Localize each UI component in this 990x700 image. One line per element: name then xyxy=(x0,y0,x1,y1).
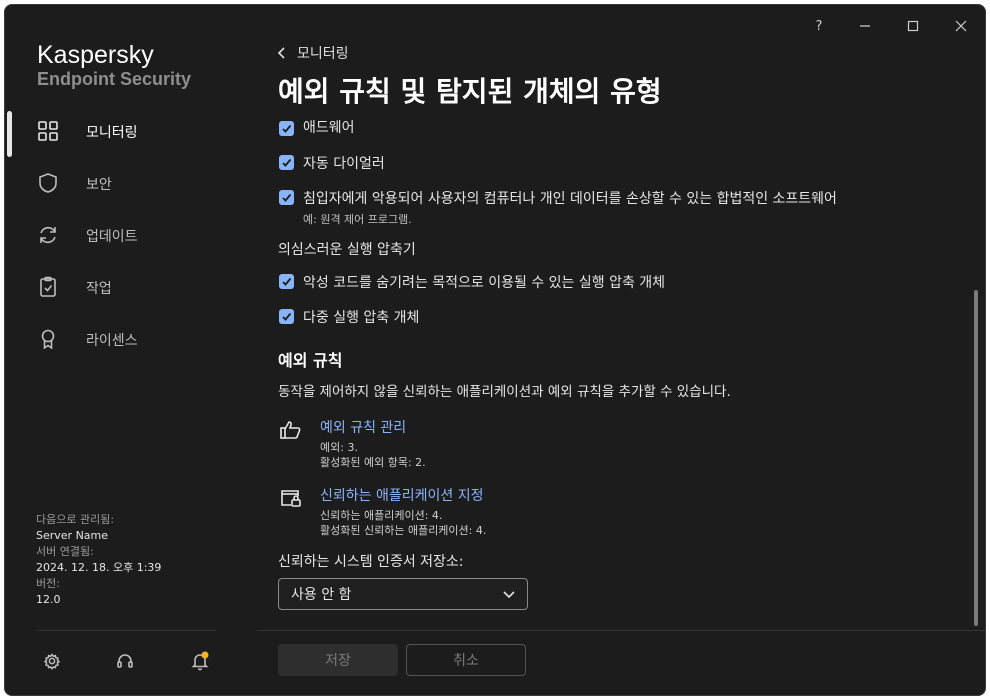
back-link[interactable]: 모니터링 xyxy=(277,43,349,63)
clipboard-icon xyxy=(37,276,59,298)
sidebar-item-label: 보안 xyxy=(86,177,112,193)
checkmark-icon xyxy=(282,124,292,133)
active-trusted-apps-count: 활성화된 신뢰하는 애플리케이션: 4. xyxy=(320,524,487,537)
shield-icon xyxy=(37,172,59,194)
help-label: ? xyxy=(815,18,823,34)
trusted-apps-meta: 신뢰하는 애플리케이션: 4. 활성화된 신뢰하는 애플리케이션: 4. xyxy=(320,508,486,538)
server-connected-value: 2024. 12. 18. 오후 1:39 xyxy=(36,561,162,574)
checkbox-autodialers[interactable] xyxy=(279,155,294,170)
sidebar-item-label: 업데이트 xyxy=(86,229,138,245)
active-exclusions-count: 활성화된 예외 항목: 2. xyxy=(320,456,426,469)
sidebar-divider xyxy=(36,630,216,631)
checkbox-adware[interactable] xyxy=(279,121,294,136)
support-button[interactable] xyxy=(114,650,136,672)
trusted-apps-count: 신뢰하는 애플리케이션: 4. xyxy=(320,509,443,522)
checkbox-multipacked[interactable] xyxy=(279,309,294,324)
managed-by-value: Server Name xyxy=(36,529,109,542)
footer-divider xyxy=(257,630,985,631)
minimize-button[interactable] xyxy=(847,11,883,41)
sidebar-item-security[interactable]: 보안 xyxy=(5,160,233,206)
exclusions-description: 동작을 제어하지 않을 신뢰하는 애플리케이션과 예외 규칙을 추가할 수 있습… xyxy=(278,384,731,400)
product-name: Endpoint Security xyxy=(37,69,192,89)
maximize-icon xyxy=(907,20,919,32)
trusted-apps-link[interactable]: 신뢰하는 애플리케이션 지정 xyxy=(320,485,483,505)
page-title: 예외 규칙 및 탐지된 개체의 유형 xyxy=(278,75,662,108)
exclusions-count: 예외: 3. xyxy=(320,441,358,454)
scrollbar[interactable] xyxy=(974,290,978,626)
save-label: 저장 xyxy=(325,653,351,669)
dashboard-icon xyxy=(37,120,59,142)
manage-exclusions-link[interactable]: 예외 규칙 관리 xyxy=(320,417,406,437)
sidebar-item-update[interactable]: 업데이트 xyxy=(5,212,233,258)
sidebar-item-monitoring[interactable]: 모니터링 xyxy=(5,108,233,157)
gear-icon xyxy=(43,653,61,670)
save-button[interactable]: 저장 xyxy=(278,644,398,676)
checkbox-label: 악성 코드를 숨기려는 목적으로 이용될 수 있는 실행 압축 개체 xyxy=(303,275,666,291)
chevron-down-icon xyxy=(503,591,515,599)
cert-store-label: 신뢰하는 시스템 인증서 저장소: xyxy=(278,554,464,570)
minimize-icon xyxy=(860,25,870,27)
checkbox-description: 예: 원격 제어 프로그램. xyxy=(303,213,412,226)
cert-store-value: 사용 안 함 xyxy=(291,587,352,603)
cert-store-select[interactable]: 사용 안 함 xyxy=(278,578,528,610)
exclusions-heading: 예외 규칙 xyxy=(278,351,343,370)
checkmark-icon xyxy=(282,193,292,202)
thumbs-up-icon xyxy=(279,418,303,442)
checkbox-legit-software[interactable] xyxy=(279,190,294,205)
sidebar: Kaspersky Endpoint Security 모니터링 보안 업데이트 xyxy=(5,5,233,695)
chevron-left-icon xyxy=(277,47,285,59)
app-window: ? Kaspersky Endpoint Security 모니터링 보안 업데… xyxy=(4,4,986,696)
close-button[interactable] xyxy=(943,11,979,41)
cancel-button[interactable]: 취소 xyxy=(406,644,526,676)
packers-heading: 의심스러운 실행 압축기 xyxy=(278,242,416,258)
active-indicator xyxy=(7,111,12,157)
management-info: 다음으로 관리됨: Server Name 서버 연결됨: 2024. 12. … xyxy=(36,512,161,608)
refresh-icon xyxy=(37,224,59,246)
settings-content: 애드웨어 자동 다이얼러 침입자에게 악용되어 사용자의 컴퓨터나 개인 데이터… xyxy=(233,119,985,631)
server-connected-label: 서버 연결됨: xyxy=(36,545,94,558)
notifications-button[interactable] xyxy=(189,650,211,672)
sidebar-item-tasks[interactable]: 작업 xyxy=(5,264,233,310)
checkmark-icon xyxy=(282,277,292,286)
cancel-label: 취소 xyxy=(453,653,479,669)
headset-icon xyxy=(117,654,133,668)
checkbox-label: 애드웨어 xyxy=(303,120,355,136)
sidebar-item-license[interactable]: 라이센스 xyxy=(5,316,233,362)
managed-by-label: 다음으로 관리됨: xyxy=(36,513,115,526)
settings-button[interactable] xyxy=(41,650,63,672)
sidebar-item-label: 작업 xyxy=(86,281,112,297)
maximize-button[interactable] xyxy=(895,11,931,41)
help-button[interactable]: ? xyxy=(801,11,837,41)
version-value: 12.0 xyxy=(36,593,61,606)
back-label: 모니터링 xyxy=(297,46,349,62)
checkbox-packed-objects[interactable] xyxy=(279,274,294,289)
sidebar-item-label: 라이센스 xyxy=(86,333,138,349)
license-icon xyxy=(37,328,59,350)
version-label: 버전: xyxy=(36,577,60,590)
trusted-app-icon xyxy=(279,486,303,510)
checkbox-label: 침입자에게 악용되어 사용자의 컴퓨터나 개인 데이터를 손상할 수 있는 합법… xyxy=(303,191,837,207)
bell-icon xyxy=(191,651,209,671)
brand-name: Kaspersky xyxy=(37,41,154,69)
manage-exclusions-meta: 예외: 3. 활성화된 예외 항목: 2. xyxy=(320,440,426,470)
checkbox-label: 자동 다이얼러 xyxy=(303,156,385,172)
checkmark-icon xyxy=(282,158,292,167)
close-icon xyxy=(955,20,967,32)
checkbox-label: 다중 실행 압축 개체 xyxy=(303,310,420,326)
checkmark-icon xyxy=(282,312,292,321)
sidebar-item-label: 모니터링 xyxy=(86,125,138,141)
